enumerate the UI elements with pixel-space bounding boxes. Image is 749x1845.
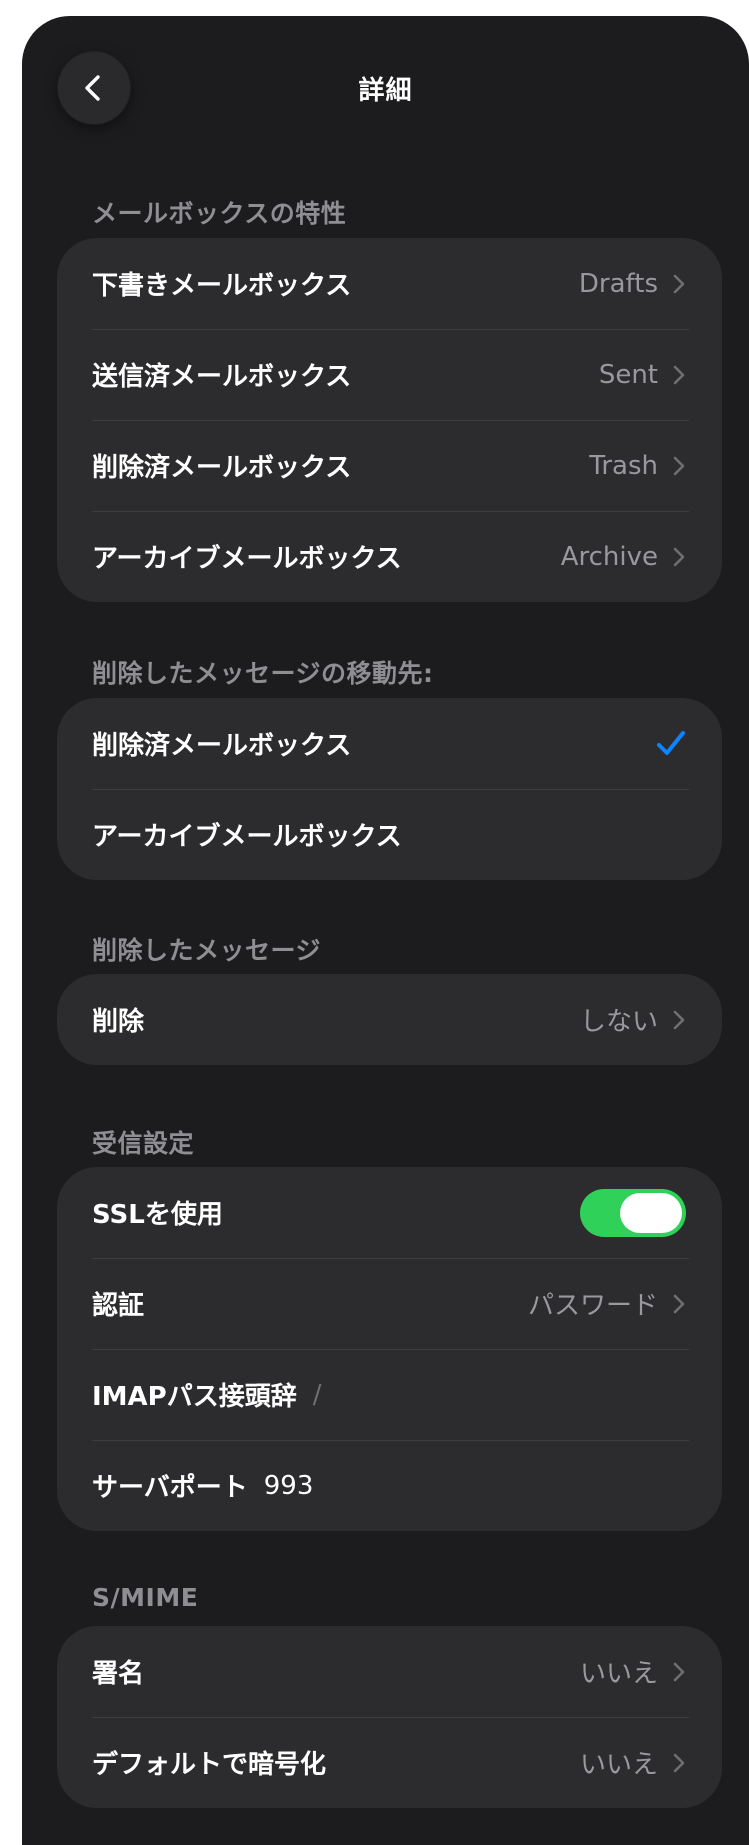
smime-group: 署名 いいえ デフォルトで暗号化 いいえ [57,1626,722,1808]
remove-row[interactable]: 削除 しない [57,974,722,1065]
section-header-mailbox: メールボックスの特性 [92,199,347,228]
row-value: いいえ [579,1659,658,1689]
server-port-field[interactable]: 993 [264,1471,314,1501]
row-label: 削除済メールボックス [92,453,352,483]
row-value: Sent [598,359,658,390]
toggle-knob [620,1192,682,1233]
row-label: 署名 [92,1659,145,1689]
chevron-right-icon [672,1009,686,1031]
row-label: サーバポート [92,1473,248,1503]
imap-prefix-field[interactable]: / [313,1380,322,1410]
drafts-mailbox-row[interactable]: 下書きメールボックス Drafts [57,238,722,329]
incoming-group: SSLを使用 認証 パスワード IMAPパス接頭辞 / サーバポート 993 [57,1167,722,1531]
chevron-right-icon [672,273,686,295]
row-value: Archive [560,541,658,572]
row-label: SSLを使用 [92,1200,223,1230]
navigation-bar: 詳細 [22,16,749,156]
row-value: Drafts [578,268,658,299]
row-label: 認証 [92,1291,145,1321]
server-port-row[interactable]: サーバポート 993 [57,1440,722,1531]
sent-mailbox-row[interactable]: 送信済メールボックス Sent [57,329,722,420]
section-header-smime: S/MIME [92,1583,199,1612]
page-title: 詳細 [358,76,413,106]
ssl-toggle[interactable] [580,1188,686,1237]
section-header-deleted: 削除したメッセージ [92,936,322,965]
row-value: Trash [589,450,658,481]
row-label: 削除 [92,1007,145,1037]
move-to-archive-option[interactable]: アーカイブメールボックス [57,789,722,880]
imap-prefix-row[interactable]: IMAPパス接頭辞 / [57,1349,722,1440]
archive-mailbox-row[interactable]: アーカイブメールボックス Archive [57,511,722,602]
row-label: アーカイブメールボックス [92,544,402,574]
row-label: デフォルトで暗号化 [92,1750,327,1780]
deleted-group: 削除 しない [57,974,722,1065]
trash-mailbox-row[interactable]: 削除済メールボックス Trash [57,420,722,511]
row-value: いいえ [579,1750,658,1780]
row-label: アーカイブメールボックス [92,822,402,852]
encrypt-by-default-row[interactable]: デフォルトで暗号化 いいえ [57,1717,722,1808]
section-header-move-to: 削除したメッセージの移動先: [92,659,434,688]
checkmark-icon [656,730,686,758]
chevron-right-icon [672,1293,686,1315]
row-label: 削除済メールボックス [92,731,352,761]
chevron-right-icon [672,1661,686,1683]
settings-screen: 詳細 メールボックスの特性 下書きメールボックス Drafts 送信済メールボッ… [22,16,749,1845]
chevron-right-icon [672,364,686,386]
row-value: しない [579,1007,658,1037]
chevron-right-icon [672,1752,686,1774]
row-label: 下書きメールボックス [92,271,352,301]
row-label: IMAPパス接頭辞 [92,1382,297,1412]
mailbox-group: 下書きメールボックス Drafts 送信済メールボックス Sent 削除済メール… [57,238,722,602]
chevron-right-icon [672,546,686,568]
move-to-trash-option[interactable]: 削除済メールボックス [57,698,722,789]
row-label: 送信済メールボックス [92,362,352,392]
use-ssl-row: SSLを使用 [57,1167,722,1258]
section-header-incoming: 受信設定 [92,1129,195,1158]
chevron-right-icon [672,455,686,477]
sign-row[interactable]: 署名 いいえ [57,1626,722,1717]
authentication-row[interactable]: 認証 パスワード [57,1258,722,1349]
move-to-group: 削除済メールボックス アーカイブメールボックス [57,698,722,880]
row-value: パスワード [527,1291,658,1321]
